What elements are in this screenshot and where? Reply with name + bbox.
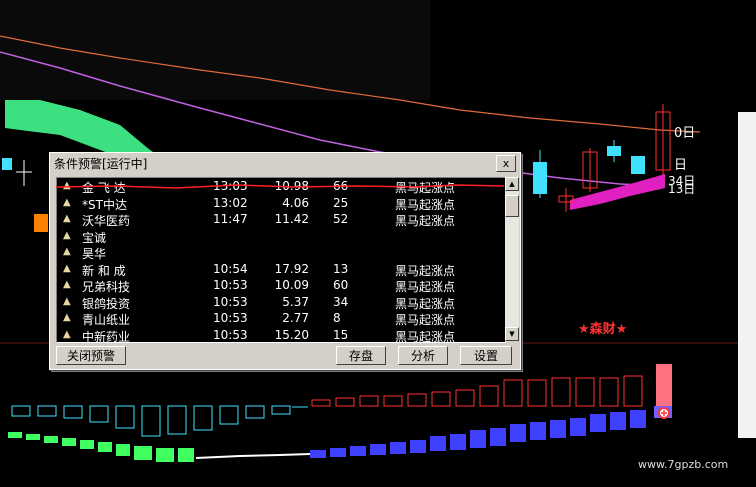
up-arrow-icon: ▲ <box>63 295 71 307</box>
list-item[interactable]: ▲ 金 飞 达 13:03 10.98 66 黑马起涨点 <box>57 178 505 195</box>
stock-name: *ST中达 <box>82 197 127 212</box>
ma-label-3: 13日 <box>668 182 696 196</box>
signal: 黑马起涨点 <box>395 181 456 195</box>
up-arrow-icon: ▲ <box>63 312 71 323</box>
price: 10.09 <box>274 278 309 292</box>
signal: 黑马起涨点 <box>395 197 456 212</box>
signal: 黑马起涨点 <box>395 214 456 228</box>
list-item[interactable]: ▲ 昊华 <box>57 244 505 261</box>
up-arrow-icon: ▲ <box>63 246 71 257</box>
histogram-red-solid <box>656 364 672 406</box>
ma-label-0: 0日 <box>674 126 696 141</box>
price: 4.06 <box>282 195 309 210</box>
volume: 13 <box>333 261 349 276</box>
price: 5.37 <box>282 294 309 309</box>
close-icon: x <box>502 156 510 170</box>
stock-name: 沃华医药 <box>82 214 131 228</box>
alert-time: 13:03 <box>213 179 248 193</box>
list-item[interactable]: ▲ 中新药业 10:53 15.20 15 黑马起涨点 <box>57 327 505 343</box>
scroll-thumb[interactable] <box>505 195 519 217</box>
star-label: ★森财★ <box>578 322 628 337</box>
up-arrow-icon: ▲ <box>63 262 71 274</box>
scroll-down-icon[interactable]: ▼ <box>505 327 519 341</box>
save-button[interactable]: 存盘 <box>336 346 386 365</box>
close-alert-button[interactable]: 关闭预警 <box>56 346 126 365</box>
scroll-up-icon[interactable]: ▲ <box>505 177 519 191</box>
alert-time: 10:54 <box>213 261 248 276</box>
volume: 15 <box>333 327 349 342</box>
alert-time: 10:53 <box>213 327 248 342</box>
up-arrow-icon: ▲ <box>63 229 71 241</box>
analyze-button[interactable]: 分析 <box>398 346 448 365</box>
signal: 黑马起涨点 <box>395 329 456 343</box>
stock-name: 兄弟科技 <box>82 280 131 294</box>
alert-time: 13:02 <box>213 195 248 210</box>
stock-name: 中新药业 <box>82 329 131 343</box>
list-item[interactable]: ▲ *ST中达 13:02 4.06 25 黑马起涨点 <box>57 195 505 212</box>
price: 2.77 <box>282 311 309 325</box>
up-arrow-icon: ▲ <box>63 180 71 191</box>
stock-name: 昊华 <box>82 247 107 261</box>
list-item[interactable]: ▲ 青山纸业 10:53 2.77 8 黑马起涨点 <box>57 310 505 327</box>
stock-name: 宝诚 <box>82 230 107 245</box>
side-panel <box>738 112 756 438</box>
up-arrow-icon: ▲ <box>63 328 71 340</box>
volume: 66 <box>333 179 349 193</box>
alert-time: 10:53 <box>213 311 248 325</box>
volume: 8 <box>333 311 341 325</box>
list-item[interactable]: ▲ 银鸽投资 10:53 5.37 34 黑马起涨点 <box>57 294 505 311</box>
alert-time: 10:53 <box>213 278 248 292</box>
stock-name: 新 和 成 <box>82 263 126 278</box>
list-item[interactable]: ▲ 兄弟科技 10:53 10.09 60 黑马起涨点 <box>57 277 505 294</box>
watermark: www.7gpzb.com <box>638 458 729 471</box>
volume: 34 <box>333 294 349 309</box>
ma-label-1: 日 <box>674 158 688 173</box>
up-arrow-icon: ▲ <box>63 279 71 290</box>
stock-name: 金 飞 达 <box>82 181 126 195</box>
signal: 黑马起涨点 <box>395 263 456 278</box>
up-arrow-icon: ▲ <box>63 213 71 224</box>
signal: 黑马起涨点 <box>395 280 456 294</box>
price: 17.92 <box>274 261 309 276</box>
list-item[interactable]: ▲ 新 和 成 10:54 17.92 13 黑马起涨点 <box>57 261 505 278</box>
dialog-titlebar[interactable]: 条件预警[运行中] x <box>50 153 520 173</box>
price: 15.20 <box>274 327 309 342</box>
volume: 52 <box>333 212 349 226</box>
alert-time: 10:53 <box>213 294 248 309</box>
price: 10.98 <box>274 179 309 193</box>
alert-dialog: 条件预警[运行中] x ▲ 金 飞 达 13:03 10.98 66 黑马起涨点 ▲ *ST… <box>49 152 521 370</box>
signal: 黑马起涨点 <box>395 313 456 327</box>
stock-name: 银鸽投资 <box>82 296 131 311</box>
list-item[interactable]: ▲ 沃华医药 11:47 11.42 52 黑马起涨点 <box>57 211 505 228</box>
signal: 黑马起涨点 <box>395 296 456 311</box>
stock-name: 青山纸业 <box>82 313 131 327</box>
volume: 60 <box>333 278 349 292</box>
up-arrow-icon: ▲ <box>63 196 71 208</box>
volume: 25 <box>333 195 349 210</box>
dialog-title: 条件预警[运行中] <box>54 156 148 171</box>
close-button[interactable]: x <box>496 154 516 172</box>
alert-time: 11:47 <box>213 212 248 226</box>
price: 11.42 <box>274 212 309 226</box>
list-item[interactable]: ▲ 宝诚 <box>57 228 505 245</box>
settings-button[interactable]: 设置 <box>460 346 512 365</box>
list-scrollbar[interactable]: ▲ ▼ <box>505 177 519 341</box>
alert-list[interactable]: ▲ 金 飞 达 13:03 10.98 66 黑马起涨点 ▲ *ST中达 13:02 4.06 2… <box>56 177 506 343</box>
